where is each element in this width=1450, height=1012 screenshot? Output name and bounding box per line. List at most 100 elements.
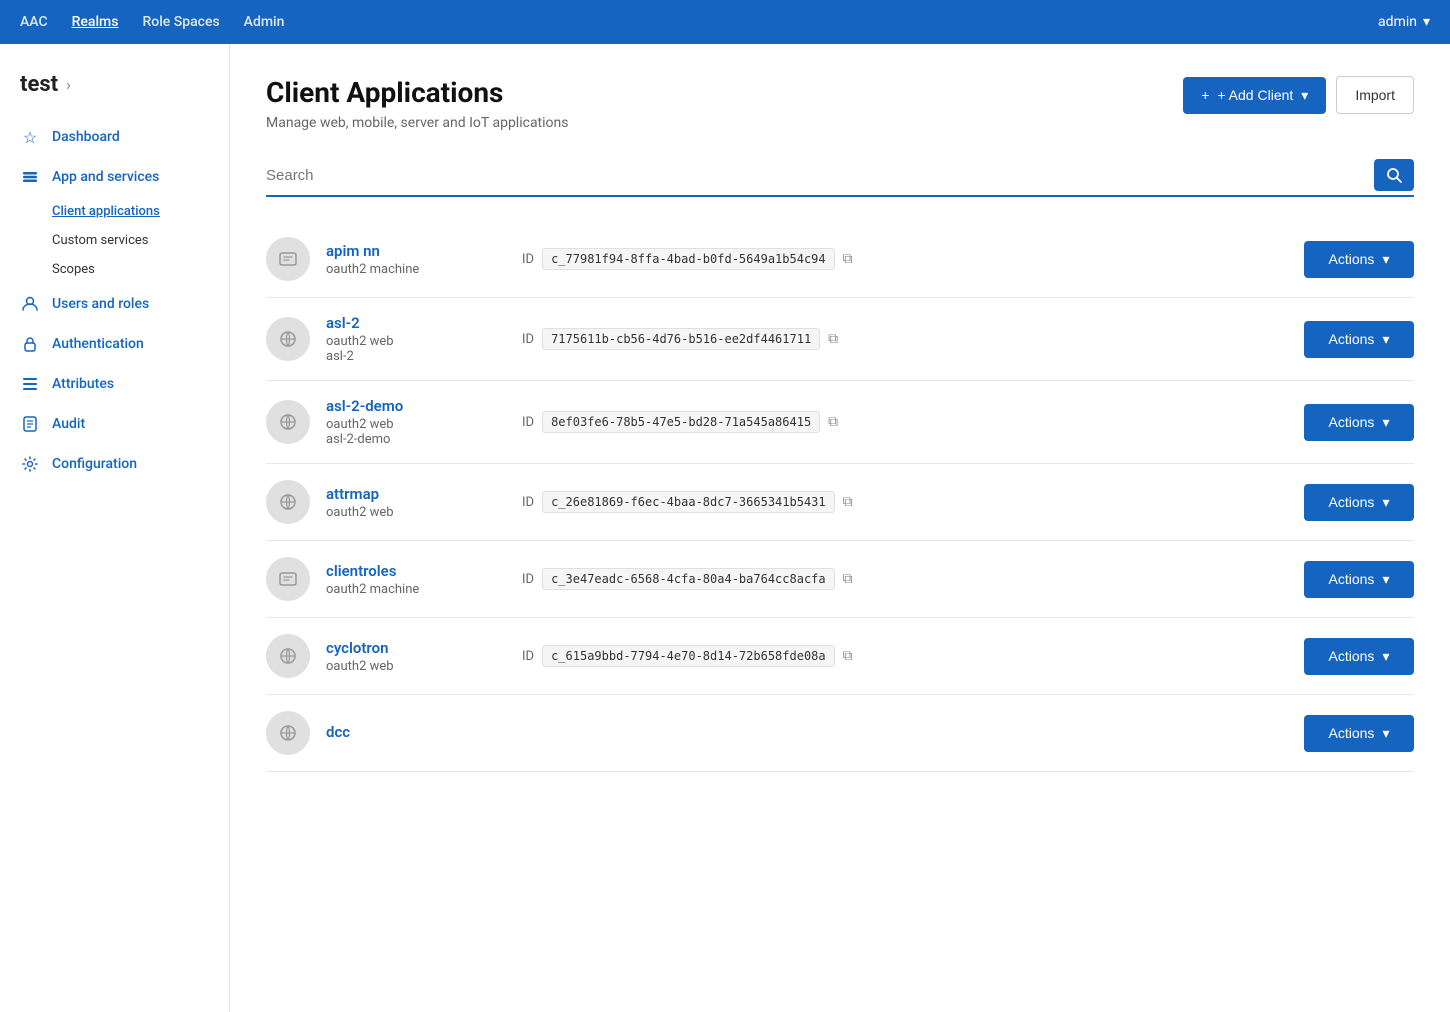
actions-button[interactable]: Actions ▾ (1304, 561, 1414, 598)
client-id-value: c_77981f94-8ffa-4bad-b0fd-5649a1b54c94 (542, 248, 835, 270)
actions-button[interactable]: Actions ▾ (1304, 638, 1414, 675)
sidebar-item-configuration[interactable]: Configuration (0, 444, 229, 484)
actions-button[interactable]: Actions ▾ (1304, 404, 1414, 441)
user-chevron-icon: ▾ (1423, 14, 1430, 30)
actions-chevron-icon: ▾ (1382, 414, 1389, 431)
search-button[interactable] (1374, 159, 1414, 191)
actions-button[interactable]: Actions ▾ (1304, 715, 1414, 752)
star-icon: ☆ (20, 127, 40, 147)
sidebar-item-audit[interactable]: Audit (0, 404, 229, 444)
top-nav: AAC Realms Role Spaces Admin admin ▾ (0, 0, 1450, 44)
sidebar-label-authentication: Authentication (52, 336, 144, 352)
sidebar-item-users-roles[interactable]: Users and roles (0, 284, 229, 324)
sidebar-sub-client-apps[interactable]: Client applications (52, 197, 229, 226)
client-row: dcc Actions ▾ (266, 695, 1414, 772)
plus-icon: + (1201, 87, 1209, 103)
client-name[interactable]: cyclotron (326, 639, 506, 657)
client-row: clientroles oauth2 machine ID c_3e47eadc… (266, 541, 1414, 618)
client-id-value: 8ef03fe6-78b5-47e5-bd28-71a545a86415 (542, 411, 820, 433)
sidebar-label-dashboard: Dashboard (52, 129, 120, 145)
client-id-value: c_3e47eadc-6568-4cfa-80a4-ba764cc8acfa (542, 568, 835, 590)
nav-realms[interactable]: Realms (72, 14, 119, 30)
client-name[interactable]: asl-2-demo (326, 397, 506, 415)
nav-aac[interactable]: AAC (20, 14, 48, 30)
client-row: attrmap oauth2 web ID c_26e81869-f6ec-4b… (266, 464, 1414, 541)
client-row: asl-2-demo oauth2 web asl-2-demo ID 8ef0… (266, 381, 1414, 464)
client-list: apim nn oauth2 machine ID c_77981f94-8ff… (266, 221, 1414, 772)
page-header: Client Applications Manage web, mobile, … (266, 76, 1414, 131)
client-info: attrmap oauth2 web (326, 485, 506, 520)
client-id-section: ID 7175611b-cb56-4d76-b516-ee2df4461711 … (522, 328, 1288, 350)
client-type: oauth2 machine (326, 582, 506, 597)
user-name: admin (1378, 14, 1417, 30)
search-input[interactable] (266, 161, 1364, 190)
client-type: oauth2 web (326, 659, 506, 674)
client-id-section: ID c_615a9bbd-7794-4e70-8d14-72b658fde08… (522, 645, 1288, 667)
sidebar-item-app-services[interactable]: App and services (0, 157, 229, 197)
import-button[interactable]: Import (1336, 76, 1414, 114)
add-client-label: + Add Client (1217, 87, 1293, 103)
realm-selector[interactable]: test › (0, 64, 229, 117)
copy-icon[interactable]: ⧉ (828, 331, 838, 347)
client-info: apim nn oauth2 machine (326, 242, 506, 277)
sidebar-label-configuration: Configuration (52, 456, 137, 472)
header-actions: + + Add Client ▾ Import (1183, 76, 1414, 114)
sidebar-sub-custom-services[interactable]: Custom services (52, 226, 229, 255)
client-row: asl-2 oauth2 web asl-2 ID 7175611b-cb56-… (266, 298, 1414, 381)
sidebar-item-authentication[interactable]: Authentication (0, 324, 229, 364)
search-icon (1386, 167, 1402, 183)
actions-chevron-icon: ▾ (1382, 494, 1389, 511)
copy-icon[interactable]: ⧉ (843, 648, 853, 664)
realm-name: test (20, 72, 58, 97)
sidebar: test › ☆ Dashboard App and services Clie… (0, 44, 230, 1012)
sidebar-label-app-services: App and services (52, 169, 159, 185)
sidebar-label-users-roles: Users and roles (52, 296, 149, 312)
actions-chevron-icon: ▾ (1382, 571, 1389, 588)
client-slug: asl-2 (326, 349, 506, 364)
copy-icon[interactable]: ⧉ (843, 494, 853, 510)
client-name[interactable]: apim nn (326, 242, 506, 260)
client-type: oauth2 web (326, 334, 506, 349)
actions-button[interactable]: Actions ▾ (1304, 241, 1414, 278)
copy-icon[interactable]: ⧉ (843, 571, 853, 587)
web-icon (266, 634, 310, 678)
client-name[interactable]: dcc (326, 723, 506, 741)
page-subtitle: Manage web, mobile, server and IoT appli… (266, 115, 568, 131)
nav-role-spaces[interactable]: Role Spaces (142, 14, 219, 30)
client-info: asl-2 oauth2 web asl-2 (326, 314, 506, 364)
client-id-section: ID c_26e81869-f6ec-4baa-8dc7-3665341b543… (522, 491, 1288, 513)
client-row: apim nn oauth2 machine ID c_77981f94-8ff… (266, 221, 1414, 298)
user-menu[interactable]: admin ▾ (1378, 14, 1430, 30)
client-name[interactable]: attrmap (326, 485, 506, 503)
sidebar-sub-scopes[interactable]: Scopes (52, 255, 229, 284)
client-name[interactable]: clientroles (326, 562, 506, 580)
search-container (266, 159, 1414, 197)
web-icon (266, 711, 310, 755)
client-name[interactable]: asl-2 (326, 314, 506, 332)
sidebar-item-dashboard[interactable]: ☆ Dashboard (0, 117, 229, 157)
copy-icon[interactable]: ⧉ (828, 414, 838, 430)
client-id-label: ID (522, 649, 534, 664)
actions-button[interactable]: Actions ▾ (1304, 484, 1414, 521)
page-title: Client Applications (266, 76, 568, 109)
client-type: oauth2 machine (326, 262, 506, 277)
client-row: cyclotron oauth2 web ID c_615a9bbd-7794-… (266, 618, 1414, 695)
page-header-text: Client Applications Manage web, mobile, … (266, 76, 568, 131)
main-content: Client Applications Manage web, mobile, … (230, 44, 1450, 1012)
client-id-label: ID (522, 252, 534, 267)
actions-chevron-icon: ▾ (1382, 648, 1389, 665)
attributes-icon (20, 374, 40, 394)
nav-admin[interactable]: Admin (244, 14, 285, 30)
add-client-button[interactable]: + + Add Client ▾ (1183, 77, 1326, 114)
gear-icon (20, 454, 40, 474)
copy-icon[interactable]: ⧉ (843, 251, 853, 267)
client-id-label: ID (522, 572, 534, 587)
client-info: dcc (326, 723, 506, 743)
sidebar-label-audit: Audit (52, 416, 85, 432)
web-icon (266, 317, 310, 361)
sidebar-sub-app-services: Client applications Custom services Scop… (0, 197, 229, 284)
actions-chevron-icon: ▾ (1382, 725, 1389, 742)
sidebar-item-attributes[interactable]: Attributes (0, 364, 229, 404)
machine-icon (266, 237, 310, 281)
actions-button[interactable]: Actions ▾ (1304, 321, 1414, 358)
